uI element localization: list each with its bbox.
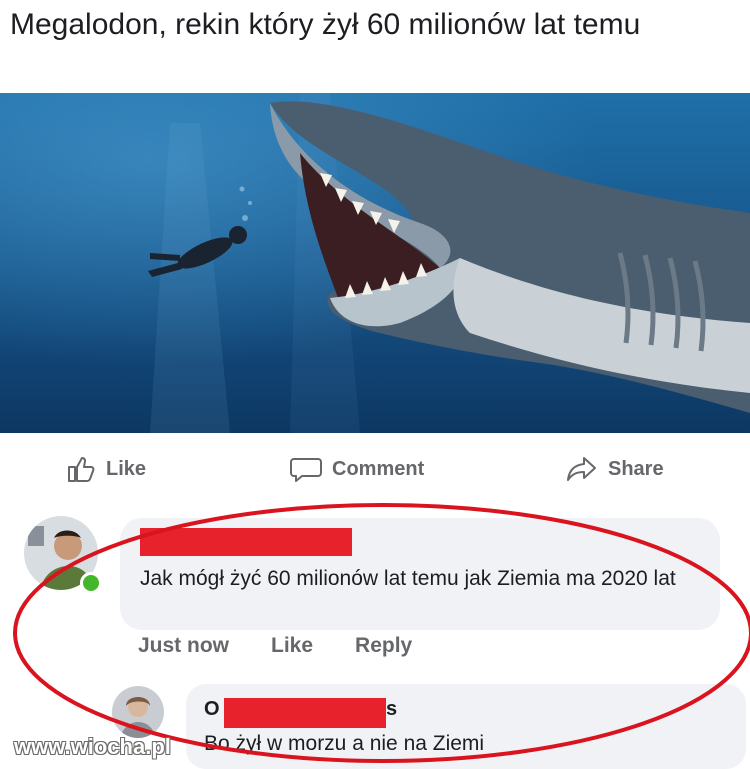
comment-label: Comment xyxy=(332,457,425,480)
share-button[interactable]: Share xyxy=(566,454,664,484)
reply-author-suffix[interactable]: s xyxy=(386,698,397,721)
comment-text: Jak mógł żyć 60 milionów lat temu jak Zi… xyxy=(140,567,676,590)
comment-reply-link[interactable]: Reply xyxy=(355,634,412,658)
avatar[interactable] xyxy=(112,686,164,738)
thumbs-up-icon xyxy=(68,457,95,482)
like-button[interactable]: Like xyxy=(66,454,146,484)
redacted-author-name xyxy=(140,528,352,556)
online-status-dot xyxy=(80,572,102,594)
shark-photo-icon xyxy=(0,93,750,433)
post-image[interactable] xyxy=(0,93,750,433)
user-photo-icon xyxy=(112,686,164,738)
reply-text: Bo żył w morzu a nie na Ziemi xyxy=(204,732,485,755)
comment-timestamp[interactable]: Just now xyxy=(138,634,229,658)
share-arrow-icon xyxy=(567,457,596,481)
comment-bubble: Jak mógł żyć 60 milionów lat temu jak Zi… xyxy=(120,518,720,630)
comment-bubble-icon xyxy=(290,458,322,482)
reply-author-initial[interactable]: O xyxy=(204,698,220,721)
watermark: www.wiocha.pl xyxy=(14,734,171,759)
comment-like-link[interactable]: Like xyxy=(271,634,313,658)
share-label: Share xyxy=(608,457,664,480)
comment-button[interactable]: Comment xyxy=(290,454,424,484)
like-label: Like xyxy=(106,457,147,480)
comment-meta: Just now Like Reply xyxy=(138,634,454,658)
post-actions-bar: Like Comment Share xyxy=(0,440,750,500)
redacted-author-name xyxy=(224,698,386,728)
comment-item: Jak mógł żyć 60 milionów lat temu jak Zi… xyxy=(0,510,750,670)
post-title: Megalodon, rekin który żył 60 milionów l… xyxy=(10,8,641,41)
reply-bubble: O s Bo żył w morzu a nie na Ziemi xyxy=(186,684,746,769)
